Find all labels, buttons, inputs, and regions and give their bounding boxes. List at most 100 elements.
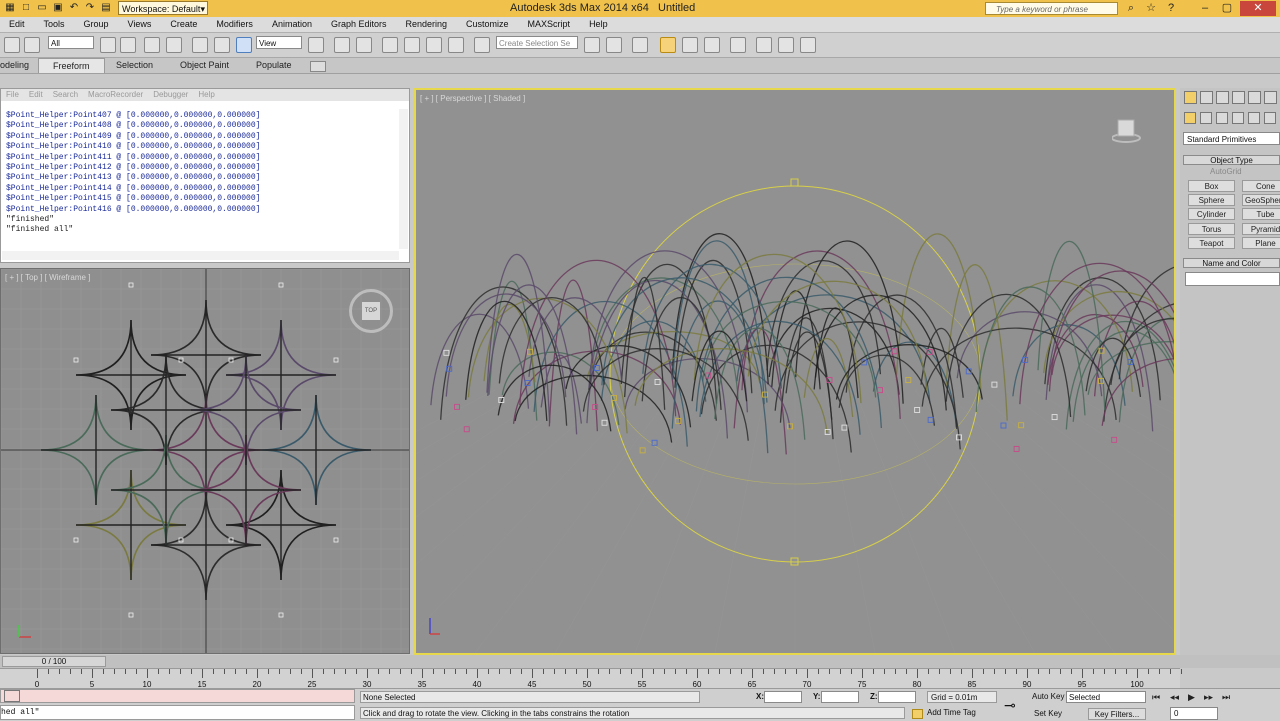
tab-selection[interactable]: Selection	[116, 58, 153, 73]
binoculars-icon[interactable]: ⌕	[1120, 1, 1142, 16]
object-type-rollout[interactable]: Object Type	[1183, 155, 1280, 165]
teapot-button[interactable]: Teapot	[1188, 237, 1235, 249]
autogrid-checkbox[interactable]: AutoGrid	[1210, 167, 1242, 176]
keyboard-shortcut-icon[interactable]	[356, 37, 372, 53]
viewport-perspective-label[interactable]: [ + ] [ Perspective ] [ Shaded ]	[420, 94, 525, 103]
window-crossing-icon[interactable]	[166, 37, 182, 53]
prev-frame-icon[interactable]: ◂◂	[1170, 692, 1179, 703]
angle-snap-icon[interactable]	[404, 37, 420, 53]
maxscript-listener[interactable]: File Edit Search MacroRecorder Debugger Help …	[0, 88, 410, 263]
link-icon[interactable]	[24, 37, 40, 53]
goto-end-icon[interactable]: ⏭	[1222, 692, 1230, 703]
menu-views[interactable]: Views	[119, 17, 162, 32]
rendered-frame-icon[interactable]	[778, 37, 794, 53]
scale-icon[interactable]	[236, 37, 252, 53]
x-coord-field[interactable]	[764, 691, 802, 703]
utilities-tab-icon[interactable]	[1264, 91, 1277, 104]
menu-graph-editors[interactable]: Graph Editors	[322, 17, 397, 32]
material-editor-icon[interactable]	[730, 37, 746, 53]
menu-edit[interactable]: Edit	[0, 17, 35, 32]
help-icon[interactable]: ?	[1160, 1, 1182, 16]
menu-help[interactable]: Help	[580, 17, 618, 32]
save-icon[interactable]: ▣	[52, 2, 64, 14]
snap-toggle-icon[interactable]	[382, 37, 398, 53]
spinner-snap-icon[interactable]	[448, 37, 464, 53]
create-tab-icon[interactable]	[1184, 91, 1197, 104]
redo-icon[interactable]: ↷	[84, 2, 96, 14]
box-button[interactable]: Box	[1188, 180, 1235, 192]
pivot-center-icon[interactable]	[308, 37, 324, 53]
perspective-viewport-canvas[interactable]	[416, 90, 1174, 653]
minimize-icon[interactable]: –	[1194, 1, 1216, 16]
rect-select-icon[interactable]	[144, 37, 160, 53]
geometry-icon[interactable]	[1184, 112, 1196, 124]
star-icon[interactable]: ☆	[1140, 1, 1162, 16]
menu-maxscript[interactable]: MAXScript	[519, 17, 581, 32]
geosphere-button[interactable]: GeoSphere	[1242, 194, 1280, 206]
menu-rendering[interactable]: Rendering	[397, 17, 458, 32]
tab-populate[interactable]: Populate	[256, 58, 292, 73]
viewport-top[interactable]: [ + ] [ Top ] [ Wireframe ] TOP	[0, 268, 410, 654]
key-filters-button[interactable]: Key Filters...	[1088, 708, 1146, 720]
viewcube-icon[interactable]	[1111, 116, 1141, 144]
listener-output[interactable]: $Point_Helper:Point407 @ [0.000000,0.000…	[6, 111, 260, 236]
spacewarps-icon[interactable]	[1264, 112, 1276, 124]
viewport-top-label[interactable]: [ + ] [ Top ] [ Wireframe ]	[5, 273, 90, 282]
current-frame-field[interactable]: 0	[1170, 707, 1218, 720]
cone-button[interactable]: Cone	[1242, 180, 1280, 192]
close-icon[interactable]: ✕	[1240, 1, 1276, 16]
listener-vertical-scrollbar[interactable]	[399, 109, 408, 249]
time-slider-frame-counter[interactable]: 0 / 100	[2, 656, 106, 667]
named-selection-set-dropdown[interactable]: Create Selection Se	[496, 36, 578, 49]
maxscript-icon[interactable]	[4, 690, 20, 702]
project-folder-icon[interactable]: ▤	[100, 2, 112, 14]
listener-menu-file[interactable]: File	[1, 89, 24, 101]
edit-named-selection-icon[interactable]	[474, 37, 490, 53]
set-key-button[interactable]: Set Key	[1034, 709, 1062, 718]
listener-menu-macrorecorder[interactable]: MacroRecorder	[83, 89, 148, 101]
time-slider[interactable]: 0 / 100	[0, 655, 1280, 668]
menu-modifiers[interactable]: Modifiers	[207, 17, 263, 32]
next-frame-icon[interactable]: ▸▸	[1204, 692, 1213, 703]
sphere-button[interactable]: Sphere	[1188, 194, 1235, 206]
plane-button[interactable]: Plane	[1242, 237, 1280, 249]
key-mode-dropdown[interactable]: Selected	[1066, 691, 1146, 703]
open-file-icon[interactable]: ▭	[36, 2, 48, 14]
primitive-category-dropdown[interactable]: Standard Primitives	[1183, 132, 1280, 145]
menu-tools[interactable]: Tools	[35, 17, 75, 32]
select-by-name-icon[interactable]	[120, 37, 136, 53]
timeline-ruler[interactable]: 0 5 10 15 20 25 30 35 40 45 50 55 60 65 70 75 80 85 90 95 10…	[0, 668, 1182, 689]
listener-menu-search[interactable]: Search	[48, 89, 83, 101]
undo-icon[interactable]: ↶	[68, 2, 80, 14]
listener-horizontal-scrollbar[interactable]	[2, 251, 399, 260]
new-file-icon[interactable]: □	[20, 2, 32, 14]
menu-create[interactable]: Create	[161, 17, 207, 32]
viewport-perspective[interactable]: [ + ] [ Perspective ] [ Shaded ]	[414, 88, 1176, 655]
tube-button[interactable]: Tube	[1242, 208, 1280, 220]
name-and-color-rollout[interactable]: Name and Color	[1183, 258, 1280, 268]
maximize-icon[interactable]: ▢	[1216, 1, 1238, 16]
pyramid-button[interactable]: Pyramid	[1242, 223, 1280, 235]
tab-freeform[interactable]: Freeform	[38, 58, 105, 73]
listener-menu-edit[interactable]: Edit	[24, 89, 48, 101]
top-viewport-canvas[interactable]	[1, 269, 410, 654]
align-icon[interactable]	[606, 37, 622, 53]
menu-customize[interactable]: Customize	[457, 17, 519, 32]
helpers-icon[interactable]	[1248, 112, 1260, 124]
move-icon[interactable]	[192, 37, 208, 53]
menu-group[interactable]: Group	[75, 17, 119, 32]
viewcube-ring[interactable]: TOP	[349, 289, 393, 333]
viewcube-top-face[interactable]: TOP	[362, 302, 380, 320]
schematic-view-icon[interactable]	[704, 37, 720, 53]
auto-key-button[interactable]: Auto Key	[1032, 692, 1064, 701]
undo-toolbar-icon[interactable]	[4, 37, 20, 53]
torus-button[interactable]: Torus	[1188, 223, 1235, 235]
shapes-icon[interactable]	[1200, 112, 1212, 124]
app-menu-icon[interactable]: ▦	[4, 2, 16, 14]
object-name-field[interactable]	[1185, 272, 1280, 286]
layer-manager-icon[interactable]	[632, 37, 648, 53]
ribbon-options-icon[interactable]	[310, 61, 326, 72]
listener-menu-help[interactable]: Help	[193, 89, 219, 101]
cameras-icon[interactable]	[1232, 112, 1244, 124]
render-setup-icon[interactable]	[756, 37, 772, 53]
